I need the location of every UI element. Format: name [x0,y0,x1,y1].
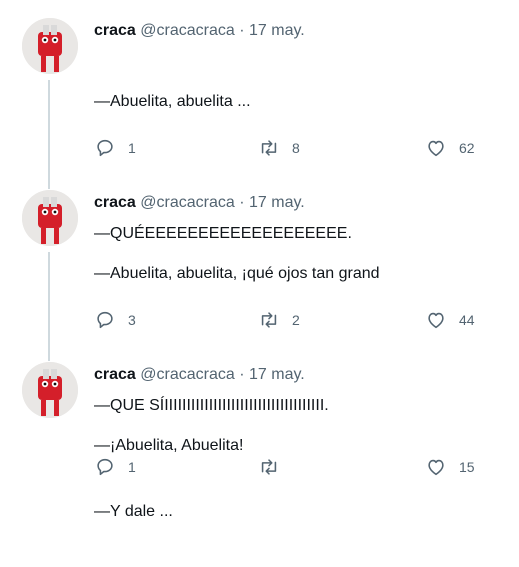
retweet-icon [261,459,277,475]
like-count: 15 [459,459,475,475]
tweet-date[interactable]: 17 may. [249,22,305,39]
tweet-text-line: —¡Abuelita, Abuelita! [94,437,244,454]
display-name[interactable]: craca [94,366,136,383]
retweet-icon [261,312,277,328]
avatar[interactable] [22,18,78,74]
like-button[interactable]: 62 [425,136,475,160]
reply-count: 1 [128,140,136,156]
user-handle[interactable]: @cracacraca [140,22,235,39]
reply-count: 3 [128,312,136,328]
retweet-icon [261,140,277,156]
tweet-actions: 1 15 [94,455,494,479]
heart-icon [428,312,444,329]
separator-dot: · [239,194,245,211]
avatar-image [22,362,78,418]
reply-icon [97,139,113,157]
like-button[interactable]: 44 [425,308,475,332]
reply-icon [97,458,113,476]
separator-dot: · [239,366,245,383]
tweet-2[interactable]: craca @cracacraca · 17 may. —Abuelita, a… [0,175,519,414]
heart-icon [428,140,444,157]
like-count: 44 [459,312,475,328]
retweet-count: 2 [292,312,300,328]
like-count: 62 [459,140,475,156]
thread-connector [48,80,50,180]
like-button[interactable]: 15 [425,455,475,479]
retweet-button[interactable] [258,455,292,479]
avatar[interactable] [22,190,78,246]
reply-button[interactable]: 1 [94,455,136,479]
tweet-date[interactable]: 17 may. [249,194,305,211]
tweet-header: craca @cracacraca · 17 may. [94,193,305,213]
tweet-text-line: —Abuelita, abuelita ... [94,93,251,110]
separator-dot: · [239,22,245,39]
thread-connector [48,175,50,189]
user-handle[interactable]: @cracacraca [140,194,235,211]
tweet-header: craca @cracacraca · 17 may. [94,365,305,385]
thread-connector [48,252,50,352]
tweet-text: —¡Abuelita, Abuelita! —Y dale ... [94,391,243,567]
avatar[interactable] [22,362,78,418]
display-name[interactable]: craca [94,194,136,211]
tweet-text-line: —Y dale ... [94,503,173,520]
thread-connector [48,347,50,361]
retweet-button[interactable]: 2 [258,308,300,332]
tweet-header: craca @cracacraca · 17 may. [94,21,305,41]
retweet-button[interactable]: 8 [258,136,300,160]
tweet-date[interactable]: 17 may. [249,366,305,383]
tweet-actions: 1 8 62 [94,136,494,160]
reply-button[interactable]: 3 [94,308,136,332]
tweet-actions: 3 2 44 [94,308,494,332]
display-name[interactable]: craca [94,22,136,39]
tweet-1[interactable]: craca @cracacraca · 17 may. —Abuelita, a… [0,0,519,242]
avatar-image [22,190,78,246]
reply-count: 1 [128,459,136,475]
user-handle[interactable]: @cracacraca [140,366,235,383]
reply-button[interactable]: 1 [94,136,136,160]
avatar-image [22,18,78,74]
tweet-3[interactable]: craca @cracacraca · 17 may. —¡Abuelita, … [0,347,519,520]
retweet-count: 8 [292,140,300,156]
reply-icon [97,311,113,329]
heart-icon [428,459,444,476]
tweet-text-line: —Abuelita, abuelita, ¡qué ojos tan grand [94,265,380,282]
